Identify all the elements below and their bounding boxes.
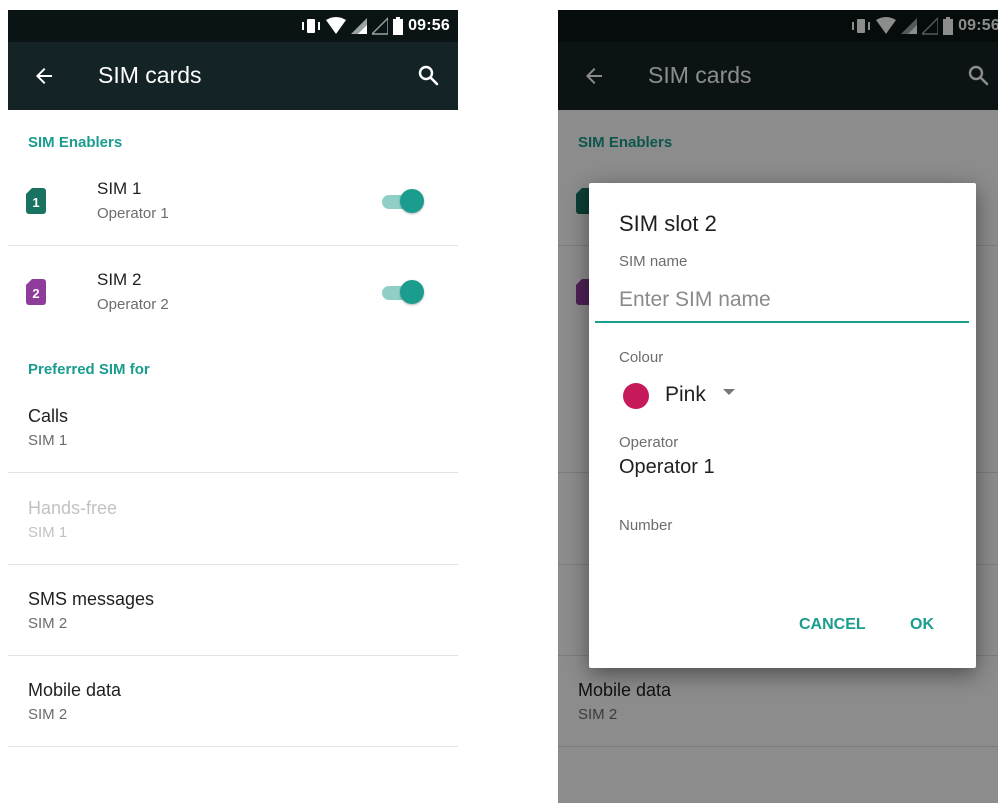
section-header-sim-enablers: SIM Enablers bbox=[28, 134, 123, 151]
pref-sms-label: SMS messages bbox=[28, 589, 155, 609]
sim-name-label: SIM name bbox=[619, 253, 688, 270]
sim-1-operator: Operator 1 bbox=[97, 205, 169, 222]
pref-calls-value: SIM 1 bbox=[28, 432, 68, 449]
section-header-preferred-sim: Preferred SIM for bbox=[28, 361, 150, 378]
sim-1-name: SIM 1 bbox=[97, 179, 142, 198]
pref-mobile-data-value: SIM 2 bbox=[28, 706, 68, 723]
vibrate-icon bbox=[302, 19, 321, 33]
svg-text:2: 2 bbox=[32, 286, 39, 301]
sim-2-operator: Operator 2 bbox=[97, 296, 169, 313]
operator-value: Operator 1 bbox=[619, 456, 715, 478]
sim-row-2[interactable]: 2 SIM 2 Operator 2 bbox=[8, 246, 458, 336]
pref-mobile-data-label: Mobile data bbox=[28, 680, 122, 700]
colour-value: Pink bbox=[665, 383, 706, 406]
svg-text:1: 1 bbox=[32, 195, 39, 210]
cancel-button[interactable]: CANCEL bbox=[799, 616, 866, 634]
app-toolbar: SIM cards bbox=[8, 42, 458, 110]
pref-hands-free-label: Hands-free bbox=[28, 498, 118, 518]
sim-slot-dialog: SIM slot 2 SIM name Colour Pink Operator… bbox=[589, 183, 976, 668]
divider bbox=[8, 564, 458, 565]
divider bbox=[8, 746, 458, 747]
signal-sim1-icon bbox=[351, 18, 368, 34]
sim-2-toggle[interactable] bbox=[382, 279, 424, 304]
dialog-title: SIM slot 2 bbox=[619, 211, 717, 236]
sim-slot-dialog-screen: 09:56 SIM cards SIM Enablers Mobile data… bbox=[558, 10, 998, 803]
colour-label: Colour bbox=[619, 349, 664, 366]
operator-label: Operator bbox=[619, 434, 679, 451]
sim-1-toggle[interactable] bbox=[382, 188, 424, 213]
number-label: Number bbox=[619, 517, 673, 534]
colour-dropdown[interactable]: Pink bbox=[619, 379, 759, 413]
status-time: 09:56 bbox=[408, 17, 450, 34]
battery-icon bbox=[393, 17, 404, 35]
arrow-back-icon[interactable] bbox=[32, 64, 56, 88]
sim-row-1[interactable]: 1 SIM 1 Operator 1 bbox=[8, 155, 458, 245]
pink-colour-swatch bbox=[623, 383, 649, 409]
sim-card-1-icon: 1 bbox=[26, 188, 46, 214]
pref-calls-label: Calls bbox=[28, 406, 69, 426]
sim-cards-screen: 09:56 SIM cards SIM Enablers 1 SIM 1 Ope… bbox=[8, 10, 458, 803]
sim-card-2-icon: 2 bbox=[26, 279, 46, 305]
settings-list: SIM Enablers 1 SIM 1 Operator 1 2 SIM 2 … bbox=[8, 110, 458, 803]
pref-sms-value: SIM 2 bbox=[28, 615, 68, 632]
status-bar: 09:56 bbox=[8, 10, 458, 42]
signal-sim2-icon bbox=[372, 17, 389, 35]
sim-name-input[interactable] bbox=[595, 283, 969, 323]
wifi-icon bbox=[326, 17, 347, 34]
pref-hands-free-value: SIM 1 bbox=[28, 524, 68, 541]
search-icon[interactable] bbox=[416, 63, 440, 87]
divider bbox=[8, 472, 458, 473]
dropdown-arrow-icon bbox=[723, 389, 735, 395]
toolbar-title: SIM cards bbox=[98, 62, 202, 88]
divider bbox=[8, 655, 458, 656]
sim-2-name: SIM 2 bbox=[97, 270, 142, 289]
ok-button[interactable]: OK bbox=[910, 616, 934, 634]
